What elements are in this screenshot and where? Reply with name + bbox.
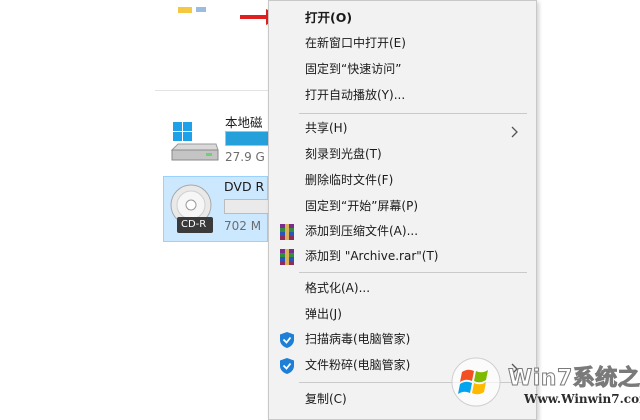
menu-item-pin-quick-access[interactable]: 固定到“快速访问”: [269, 58, 536, 82]
menu-item-label: 打开自动播放(Y)...: [305, 88, 406, 102]
site-watermark: Win7系统之家 Www.Winwin7.com: [440, 354, 640, 414]
menu-item-pin-to-start[interactable]: 固定到“开始”屏幕(P): [269, 195, 536, 219]
drive-item-dvd[interactable]: CD-R DVD R 702 M: [163, 176, 296, 242]
hard-drive-icon: [170, 120, 220, 166]
menu-item-label: 扫描病毒(电脑管家): [305, 332, 411, 346]
disc-label-text: CD-R: [181, 219, 207, 230]
menu-item-label: 添加到 "Archive.rar"(T): [305, 249, 439, 263]
winrar-icon: [278, 223, 296, 241]
section-divider: [155, 90, 268, 91]
watermark-title-a: Win7: [508, 366, 573, 392]
watermark-title: Win7系统之家: [508, 360, 640, 392]
menu-item-format[interactable]: 格式化(A)...: [269, 277, 536, 301]
menu-item-label: 格式化(A)...: [305, 281, 371, 295]
watermark-title-b: 系统之家: [572, 366, 640, 392]
menu-item-label: 添加到压缩文件(A)...: [305, 224, 419, 238]
watermark-url: Www.Winwin7.com: [524, 392, 640, 406]
menu-item-label: 刻录到光盘(T): [305, 147, 382, 161]
menu-item-label: 固定到“快速访问”: [305, 62, 402, 76]
menu-item-label: 删除临时文件(F): [305, 173, 394, 187]
menu-item-eject[interactable]: 弹出(J): [269, 303, 536, 327]
menu-item-add-to-archive-rar[interactable]: 添加到 "Archive.rar"(T): [269, 245, 536, 269]
menu-separator: [299, 272, 527, 273]
drive-size-text: 702 M: [224, 219, 262, 233]
winrar-icon: [278, 248, 296, 266]
drive-name: DVD R: [224, 179, 265, 194]
chevron-right-icon: [511, 123, 519, 138]
menu-item-open[interactable]: 打开(O): [269, 6, 536, 30]
drive-name: 本地磁: [225, 115, 263, 130]
menu-item-share[interactable]: 共享(H): [269, 117, 536, 141]
drive-size-text: 27.9 G: [225, 150, 265, 164]
shield-icon: [278, 331, 296, 349]
menu-item-label: 固定到“开始”屏幕(P): [305, 199, 419, 213]
menu-item-burn-to-disc[interactable]: 刻录到光盘(T): [269, 143, 536, 167]
menu-item-scan-virus[interactable]: 扫描病毒(电脑管家): [269, 328, 536, 352]
windows-logo-icon: [450, 356, 502, 408]
menu-item-add-to-archive[interactable]: 添加到压缩文件(A)...: [269, 220, 536, 244]
menu-item-delete-temp-files[interactable]: 删除临时文件(F): [269, 169, 536, 193]
menu-separator: [299, 113, 527, 114]
menu-item-label: 文件粉碎(电脑管家): [305, 358, 411, 372]
menu-item-label: 弹出(J): [305, 307, 342, 321]
shield-icon: [278, 357, 296, 375]
drive-item-local-disk[interactable]: 本地磁 27.9 G: [165, 112, 297, 170]
menu-item-label: 在新窗口中打开(E): [305, 36, 406, 50]
menu-item-label: 复制(C): [305, 392, 347, 406]
menu-item-open-autoplay[interactable]: 打开自动播放(Y)...: [269, 84, 536, 108]
folder-icon-peek: [178, 0, 212, 13]
menu-item-label: 共享(H): [305, 121, 348, 135]
cd-disc-icon: CD-R: [169, 183, 221, 235]
menu-item-label: 打开(O): [305, 10, 353, 25]
menu-item-open-new-window[interactable]: 在新窗口中打开(E): [269, 32, 536, 56]
